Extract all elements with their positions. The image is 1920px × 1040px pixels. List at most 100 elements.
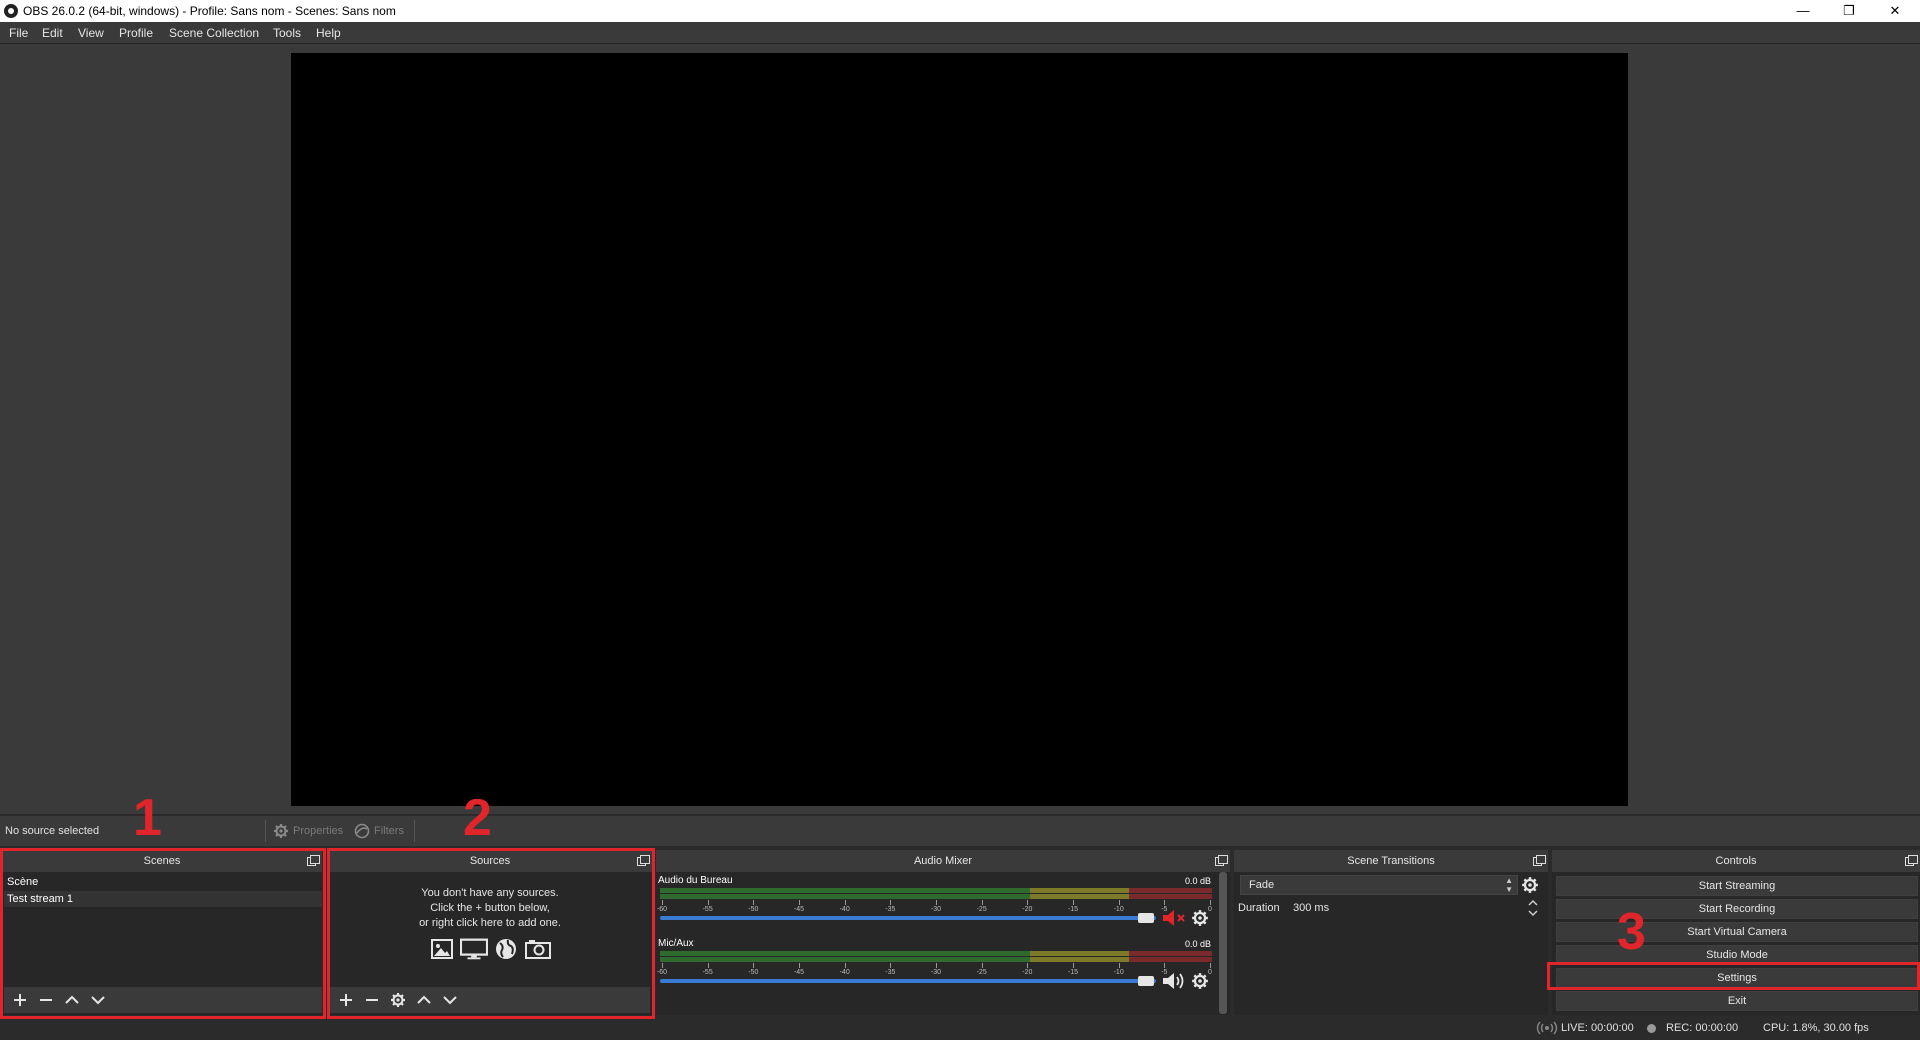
float-dock-icon[interactable] <box>1905 855 1918 866</box>
volume-slider-handle[interactable] <box>1138 976 1154 986</box>
duration-spinner[interactable] <box>1527 898 1539 918</box>
meter-tick-mark <box>799 963 800 968</box>
menu-scene-collection[interactable]: Scene Collection <box>169 26 259 40</box>
meter-tick-mark <box>1118 963 1120 968</box>
divider <box>265 820 266 842</box>
start-recording-button[interactable]: Start Recording <box>1556 899 1918 919</box>
annotation-box <box>0 848 326 1019</box>
meter-tick-label: -25 <box>976 969 987 976</box>
duration-label: Duration <box>1238 902 1280 914</box>
context-bar: No source selected Properties Filters <box>0 816 1920 846</box>
meter-tick-mark <box>799 900 800 905</box>
meter-tick-mark <box>1164 900 1166 905</box>
transition-select[interactable]: Fade ▲ ▼ <box>1240 875 1518 895</box>
meter-tick-label: -25 <box>976 906 987 913</box>
volume-slider-handle[interactable] <box>1138 913 1154 923</box>
broadcast-icon <box>1536 1021 1558 1038</box>
volume-slider[interactable] <box>660 979 1156 983</box>
properties-button[interactable]: Properties <box>273 823 343 839</box>
meter-tick-label: -45 <box>793 906 805 913</box>
properties-label: Properties <box>293 825 344 837</box>
meter-tick-label: -40 <box>839 906 850 913</box>
meter-tick-mark <box>707 963 709 968</box>
annotation-number: 3 <box>1617 903 1646 961</box>
rec-timer: REC: 00:00:00 <box>1666 1022 1739 1034</box>
meter-tick-label: -50 <box>748 969 759 976</box>
meter-tick-mark <box>1210 963 1211 968</box>
start-streaming-button[interactable]: Start Streaming <box>1556 876 1918 896</box>
meter-tick-mark <box>844 900 846 905</box>
meter-tick-label: -15 <box>1067 969 1079 976</box>
menu-file[interactable]: File <box>9 26 28 40</box>
title-bar: OBS 26.0.2 (64-bit, windows) - Profile: … <box>0 0 1920 22</box>
meter-tick-label: -30 <box>930 906 942 913</box>
volume-meter <box>660 957 1212 962</box>
meter-tick-label: -10 <box>1113 906 1124 913</box>
meter-tick-mark <box>981 900 983 905</box>
meter-tick-mark <box>662 900 663 905</box>
minimize-button[interactable]: — <box>1780 0 1826 22</box>
menu-help[interactable]: Help <box>316 26 341 40</box>
meter-scale: -60 -55 -50 -45 -40 -35 -30 -25 -20 -15 -10 -5 0 <box>656 963 1212 977</box>
meter-tick-mark <box>1073 963 1074 968</box>
meter-tick-mark <box>1027 900 1029 905</box>
meter-tick-label: -35 <box>885 906 896 913</box>
meter-tick-label: -20 <box>1022 969 1033 976</box>
close-button[interactable]: ✕ <box>1872 0 1918 22</box>
menu-edit[interactable]: Edit <box>42 26 63 40</box>
transition-selected: Fade <box>1249 879 1275 891</box>
scene-transitions-dock: Scene Transitions Fade ▲ ▼ Duration 300 m… <box>1234 850 1548 1015</box>
volume-meter <box>660 894 1212 899</box>
meter-tick-label: -20 <box>1022 906 1033 913</box>
annotation-number: 1 <box>133 789 162 847</box>
meter-tick-label: -40 <box>839 969 850 976</box>
meter-tick-mark <box>890 900 892 905</box>
filters-button[interactable]: Filters <box>354 823 404 839</box>
restore-button[interactable]: ❐ <box>1826 0 1872 22</box>
transition-settings-button[interactable] <box>1521 876 1539 897</box>
menu-profile[interactable]: Profile <box>119 26 153 40</box>
volume-meter <box>660 951 1212 956</box>
meter-tick-mark <box>1073 900 1074 905</box>
float-dock-icon[interactable] <box>1215 855 1228 866</box>
preview-canvas[interactable] <box>291 53 1628 806</box>
meter-tick-label: -55 <box>702 969 713 976</box>
gear-icon[interactable] <box>1191 909 1209 930</box>
controls-title: Controls <box>1552 850 1920 872</box>
speaker-icon[interactable] <box>1162 971 1188 994</box>
meter-tick-mark <box>753 900 755 905</box>
exit-button[interactable]: Exit <box>1556 991 1918 1011</box>
meter-tick-label: -35 <box>885 969 896 976</box>
start-virtual-camera-button[interactable]: Start Virtual Camera <box>1556 922 1918 942</box>
cpu-fps: CPU: 1.8%, 30.00 fps <box>1763 1022 1869 1034</box>
volume-slider[interactable] <box>660 916 1156 920</box>
channel-db: 0.0 dB <box>1185 876 1212 886</box>
meter-tick-label: -60 <box>656 906 668 913</box>
meter-tick-mark <box>662 963 663 968</box>
annotation-box <box>327 848 655 1019</box>
menu-tools[interactable]: Tools <box>273 26 301 40</box>
meter-tick-label: -30 <box>930 969 942 976</box>
float-dock-icon[interactable] <box>1533 855 1546 866</box>
duration-input[interactable]: 300 ms <box>1284 898 1524 918</box>
meter-tick-mark <box>936 963 937 968</box>
meter-scale: -60 -55 -50 -45 -40 -35 -30 -25 -20 -15 -10 -5 0 <box>656 900 1212 914</box>
meter-tick-label: -60 <box>656 969 668 976</box>
meter-tick-label: -15 <box>1067 906 1079 913</box>
meter-tick-mark <box>753 963 755 968</box>
menu-view[interactable]: View <box>78 26 104 40</box>
channel-name: Audio du Bureau <box>658 875 733 886</box>
meter-tick-mark <box>981 963 983 968</box>
window-title: OBS 26.0.2 (64-bit, windows) - Profile: … <box>23 4 396 18</box>
updown-arrows-icon: ▲ ▼ <box>1505 876 1513 894</box>
filters-label: Filters <box>374 825 404 837</box>
no-source-label: No source selected <box>5 825 100 837</box>
chevron-down-icon <box>1528 910 1538 917</box>
mixer-scrollbar[interactable] <box>1219 872 1227 1014</box>
scene-transitions-title: Scene Transitions <box>1234 850 1548 872</box>
gear-icon[interactable] <box>1191 972 1209 993</box>
muted-speaker-icon[interactable] <box>1162 908 1188 931</box>
menu-bar: File Edit View Profile Scene Collection … <box>0 22 1920 44</box>
duration-value: 300 ms <box>1293 902 1330 914</box>
filters-icon <box>354 823 370 839</box>
